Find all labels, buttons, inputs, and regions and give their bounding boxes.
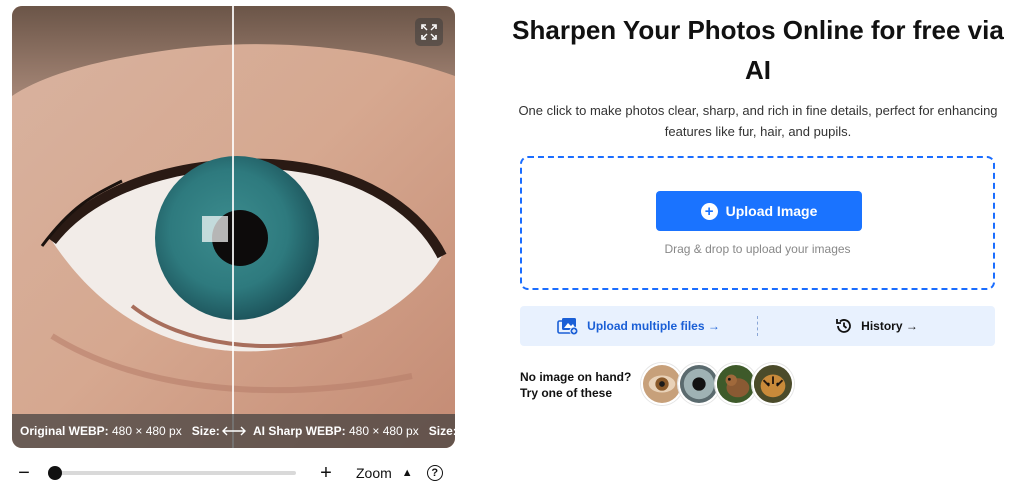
history-icon xyxy=(836,319,852,333)
history-link[interactable]: History → xyxy=(758,317,995,335)
upload-button-label: Upload Image xyxy=(725,203,818,219)
expand-icon xyxy=(421,24,437,40)
comparison-viewer[interactable]: Original WEBP: 480 × 480 px Size:... AI … xyxy=(12,6,455,448)
upload-multiple-files-link[interactable]: Upload multiple files → xyxy=(520,317,757,335)
plus-circle-icon: + xyxy=(700,202,718,220)
sharp-label: AI Sharp WEBP: xyxy=(253,424,346,438)
sample-label-line2: Try one of these xyxy=(520,386,613,400)
sample-thumb-eye[interactable] xyxy=(641,363,683,405)
comparison-divider[interactable] xyxy=(232,6,234,448)
page-title: Sharpen Your Photos Online for free via … xyxy=(512,15,1004,85)
original-dims: 480 × 480 px xyxy=(108,424,182,438)
image-info-bar: Original WEBP: 480 × 480 px Size:... AI … xyxy=(12,414,455,448)
page-subtitle: One click to make photos clear, sharp, a… xyxy=(518,103,998,139)
sample-images-label: No image on hand? Try one of these xyxy=(520,369,631,401)
original-info: Original WEBP: 480 × 480 px Size:... xyxy=(12,424,219,438)
drag-drop-hint: Drag & drop to upload your images xyxy=(664,242,851,256)
swap-arrows-icon xyxy=(219,425,249,437)
sharp-size: Size: ... xyxy=(428,424,455,438)
upload-image-button[interactable]: + Upload Image xyxy=(656,191,862,231)
upload-dropzone[interactable]: + Upload Image Drag & drop to upload you… xyxy=(520,156,995,290)
caret-up-icon[interactable]: ▲ xyxy=(402,467,413,479)
sample-images xyxy=(641,363,794,405)
sample-thumb-iris[interactable] xyxy=(678,363,720,405)
history-label: History → xyxy=(861,319,918,333)
sharp-info: AI Sharp WEBP: 480 × 480 px Size: ... xyxy=(249,424,455,438)
sample-thumb-tiger[interactable] xyxy=(752,363,794,405)
original-label: Original WEBP: xyxy=(20,424,109,438)
multiple-files-icon xyxy=(557,318,579,335)
sharp-dims: 480 × 480 px xyxy=(345,424,419,438)
sample-label-line1: No image on hand? xyxy=(520,370,632,384)
zoom-label[interactable]: Zoom xyxy=(356,465,392,481)
fullscreen-button[interactable] xyxy=(415,18,443,46)
upload-actions-bar: Upload multiple files → History → xyxy=(520,306,995,346)
zoom-in-button[interactable]: + xyxy=(314,461,338,485)
zoom-controls: − + Zoom ▲ ? xyxy=(12,458,455,488)
zoom-slider[interactable] xyxy=(48,466,296,480)
page: Original WEBP: 480 × 480 px Size:... AI … xyxy=(0,0,1024,500)
zoom-slider-handle[interactable] xyxy=(48,466,62,480)
zoom-out-button[interactable]: − xyxy=(12,461,36,485)
help-icon[interactable]: ? xyxy=(426,465,443,481)
upload-multiple-label: Upload multiple files → xyxy=(587,319,720,333)
original-size: Size:... xyxy=(191,424,219,438)
sample-thumb-squirrel[interactable] xyxy=(715,363,757,405)
